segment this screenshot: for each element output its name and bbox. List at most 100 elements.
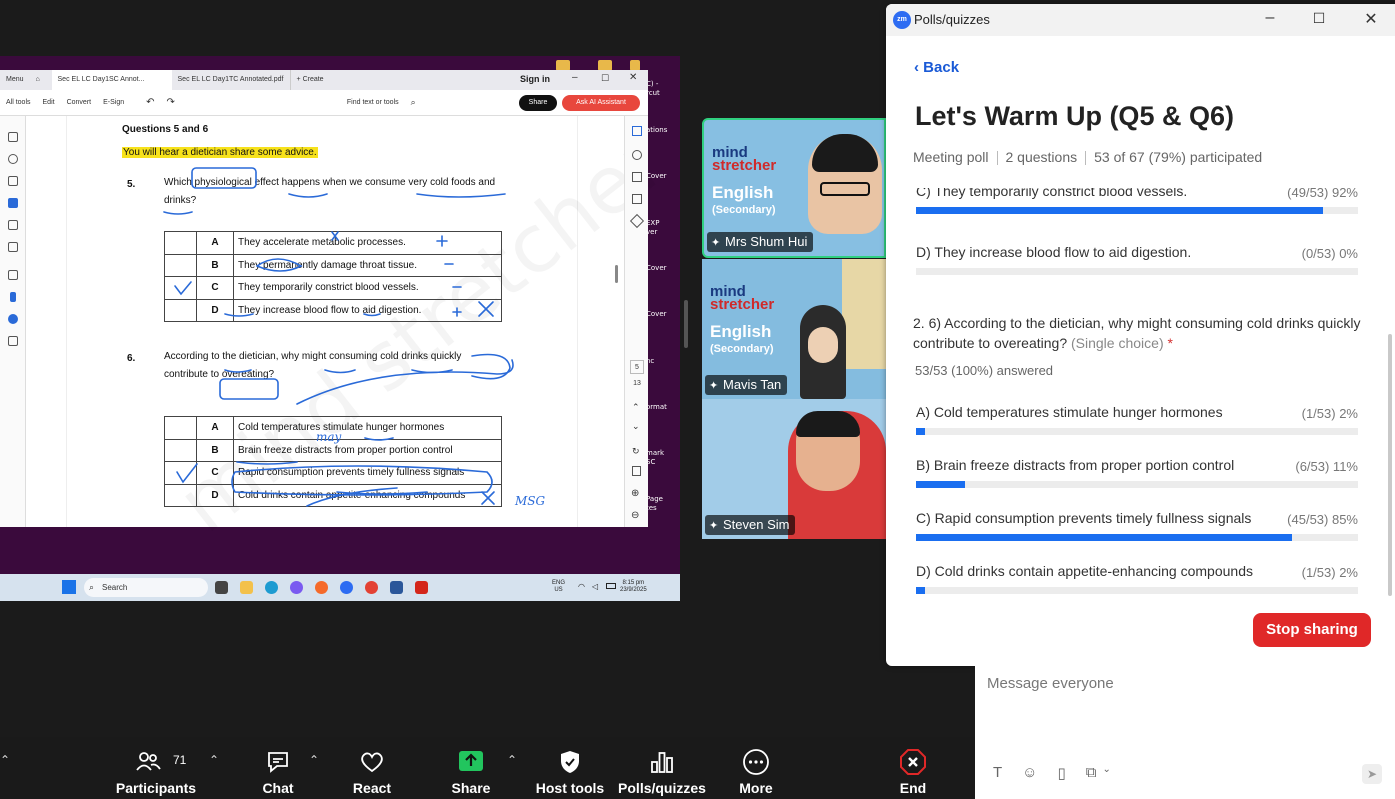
brand-title: English — [710, 322, 772, 341]
video-tile-mavis-tan[interactable]: mind stretcher English (Secondary) ✦ Mavis… — [702, 259, 886, 399]
send-icon[interactable]: ➤ — [1362, 764, 1382, 784]
convert-button[interactable]: Convert — [61, 99, 98, 106]
chevron-up-icon[interactable]: ⌃ — [0, 753, 10, 767]
chat-message-input[interactable]: Message everyone — [987, 675, 1114, 692]
cursor-icon[interactable] — [8, 132, 18, 142]
eraser-icon[interactable] — [8, 270, 18, 280]
redo-icon[interactable]: ↷ — [161, 97, 181, 108]
stop-sharing-button[interactable]: Stop sharing — [1253, 613, 1371, 647]
pin-icon: ✦ — [709, 520, 719, 532]
zoom-app-icon[interactable] — [340, 581, 353, 594]
video-tile-steven-sim[interactable]: ✦ Steven Sim — [702, 399, 886, 539]
chevron-up-icon[interactable]: ⌃ — [507, 753, 517, 767]
result-bar-fill — [916, 428, 925, 435]
minimize-icon[interactable]: – — [1260, 9, 1280, 27]
panel-resize-handle[interactable] — [684, 300, 688, 348]
result-bar — [916, 207, 1358, 214]
acrobat-share-button[interactable]: Share — [519, 95, 557, 111]
copilot-icon[interactable] — [290, 581, 303, 594]
poll-meta: Meeting poll 2 questions 53 of 67 (79%) pa… — [913, 149, 1262, 166]
chevron-up-icon[interactable]: ⌃ — [632, 402, 640, 413]
rotate-icon[interactable]: ↻ — [632, 446, 640, 457]
tab-annotated-tc[interactable]: Sec EL LC Day1TC Annotated.pdf — [172, 70, 290, 90]
create-tab-button[interactable]: + Create — [289, 70, 330, 90]
search-icon[interactable]: ⌕ — [405, 97, 422, 108]
chevron-up-icon[interactable]: ⌃ — [209, 753, 219, 767]
react-button[interactable]: React — [342, 737, 402, 799]
edit-button[interactable]: Edit — [37, 99, 61, 106]
comment-icon[interactable] — [632, 126, 642, 136]
chat-button[interactable]: Chat — [248, 737, 308, 799]
wifi-icon[interactable]: ◠ — [578, 582, 585, 591]
close-icon[interactable]: ✕ — [629, 72, 637, 83]
polls-button[interactable]: Polls/quizzes — [618, 737, 706, 799]
volume-icon[interactable]: ◁ — [592, 582, 598, 591]
end-meeting-button[interactable]: End — [883, 737, 943, 799]
firefox-icon[interactable] — [315, 581, 328, 594]
file-explorer-icon[interactable] — [240, 581, 253, 594]
chrome-icon[interactable] — [365, 581, 378, 594]
esign-button[interactable]: E-Sign — [97, 99, 130, 106]
highlighter-icon[interactable] — [8, 242, 18, 252]
more-label: More — [739, 780, 773, 796]
copy-icon[interactable] — [632, 194, 642, 204]
taskbar-search[interactable]: ⌕ Search — [84, 578, 208, 597]
tab-annotated-sc[interactable]: Sec EL LC Day1SC Annot... — [51, 70, 172, 90]
logo-text: stretcher — [710, 296, 775, 313]
clock[interactable]: 8:15 pm 23/9/2025 — [620, 580, 647, 594]
menu-button[interactable]: Menu — [0, 70, 30, 90]
video-tile-mrs-shum-hui[interactable]: mind stretcher English (Secondary) ✦ Mrs S… — [702, 118, 886, 258]
maximize-icon[interactable]: ☐ — [601, 73, 609, 84]
pen-icon[interactable] — [8, 176, 18, 186]
chevron-up-icon[interactable]: ⌃ — [309, 753, 319, 767]
zoom-in-icon[interactable]: ⊕ — [631, 488, 639, 499]
chevron-down-icon[interactable]: ⌄ — [1102, 764, 1110, 782]
host-tools-button[interactable]: Host tools — [532, 737, 608, 799]
question-2: 2. 6) According to the dietician, why mi… — [913, 313, 1363, 353]
pdf-scrollbar[interactable] — [615, 265, 618, 283]
lasso-icon[interactable] — [8, 198, 18, 208]
find-tools-input[interactable]: Find text or tools — [341, 99, 405, 106]
chevron-down-icon[interactable]: ⌄ — [632, 421, 640, 432]
back-button[interactable]: ‹ Back — [914, 59, 959, 76]
acrobat-icon[interactable] — [415, 581, 428, 594]
poll-scrollbar[interactable] — [1388, 334, 1392, 596]
task-view-icon[interactable] — [215, 581, 228, 594]
logo-text: stretcher — [712, 157, 777, 174]
layers-icon[interactable] — [629, 213, 645, 229]
more-tools-icon[interactable] — [8, 336, 18, 346]
home-icon[interactable]: ⌂ — [30, 70, 52, 90]
word-icon[interactable] — [390, 581, 403, 594]
participants-button[interactable]: Participants — [112, 737, 200, 799]
emoji-icon[interactable]: ☺ — [1022, 764, 1037, 782]
close-icon[interactable]: ✕ — [1361, 9, 1381, 29]
all-tools-button[interactable]: All tools — [0, 99, 37, 106]
color-picker-icon[interactable] — [8, 314, 18, 324]
pin-icon[interactable] — [10, 292, 16, 302]
text-box-icon[interactable] — [8, 220, 18, 230]
maximize-icon[interactable]: ☐ — [1309, 10, 1329, 27]
create-label: Create — [302, 76, 324, 83]
windows-start-icon[interactable] — [62, 580, 76, 594]
screenshot-icon[interactable]: ⧉ — [1086, 764, 1097, 782]
file-icon[interactable]: ▯ — [1058, 764, 1066, 782]
page-number-input[interactable]: 5 — [630, 360, 644, 374]
bookmark-icon[interactable] — [632, 172, 642, 182]
ai-assistant-button[interactable]: Ask AI Assistant — [562, 95, 640, 111]
edge-icon[interactable] — [265, 581, 278, 594]
stamp-icon[interactable] — [632, 150, 642, 160]
language-indicator[interactable]: ENG US — [552, 580, 565, 594]
poll-results[interactable]: C) They temporarily constrict blood vess… — [886, 188, 1395, 606]
format-text-icon[interactable]: T — [993, 764, 1002, 782]
share-screen-button[interactable]: Share — [441, 737, 501, 799]
sign-in-button[interactable]: Sign in — [520, 74, 550, 84]
page-icon[interactable] — [632, 466, 641, 476]
zoom-out-icon[interactable]: ⊖ — [631, 510, 639, 521]
region-code: US — [554, 587, 563, 593]
battery-icon[interactable] — [606, 583, 616, 589]
minimize-icon[interactable]: – — [572, 72, 578, 83]
zoom-icon[interactable] — [8, 154, 18, 164]
more-button[interactable]: More — [726, 737, 786, 799]
language-code: ENG — [552, 580, 566, 586]
undo-icon[interactable]: ↶ — [140, 97, 160, 108]
